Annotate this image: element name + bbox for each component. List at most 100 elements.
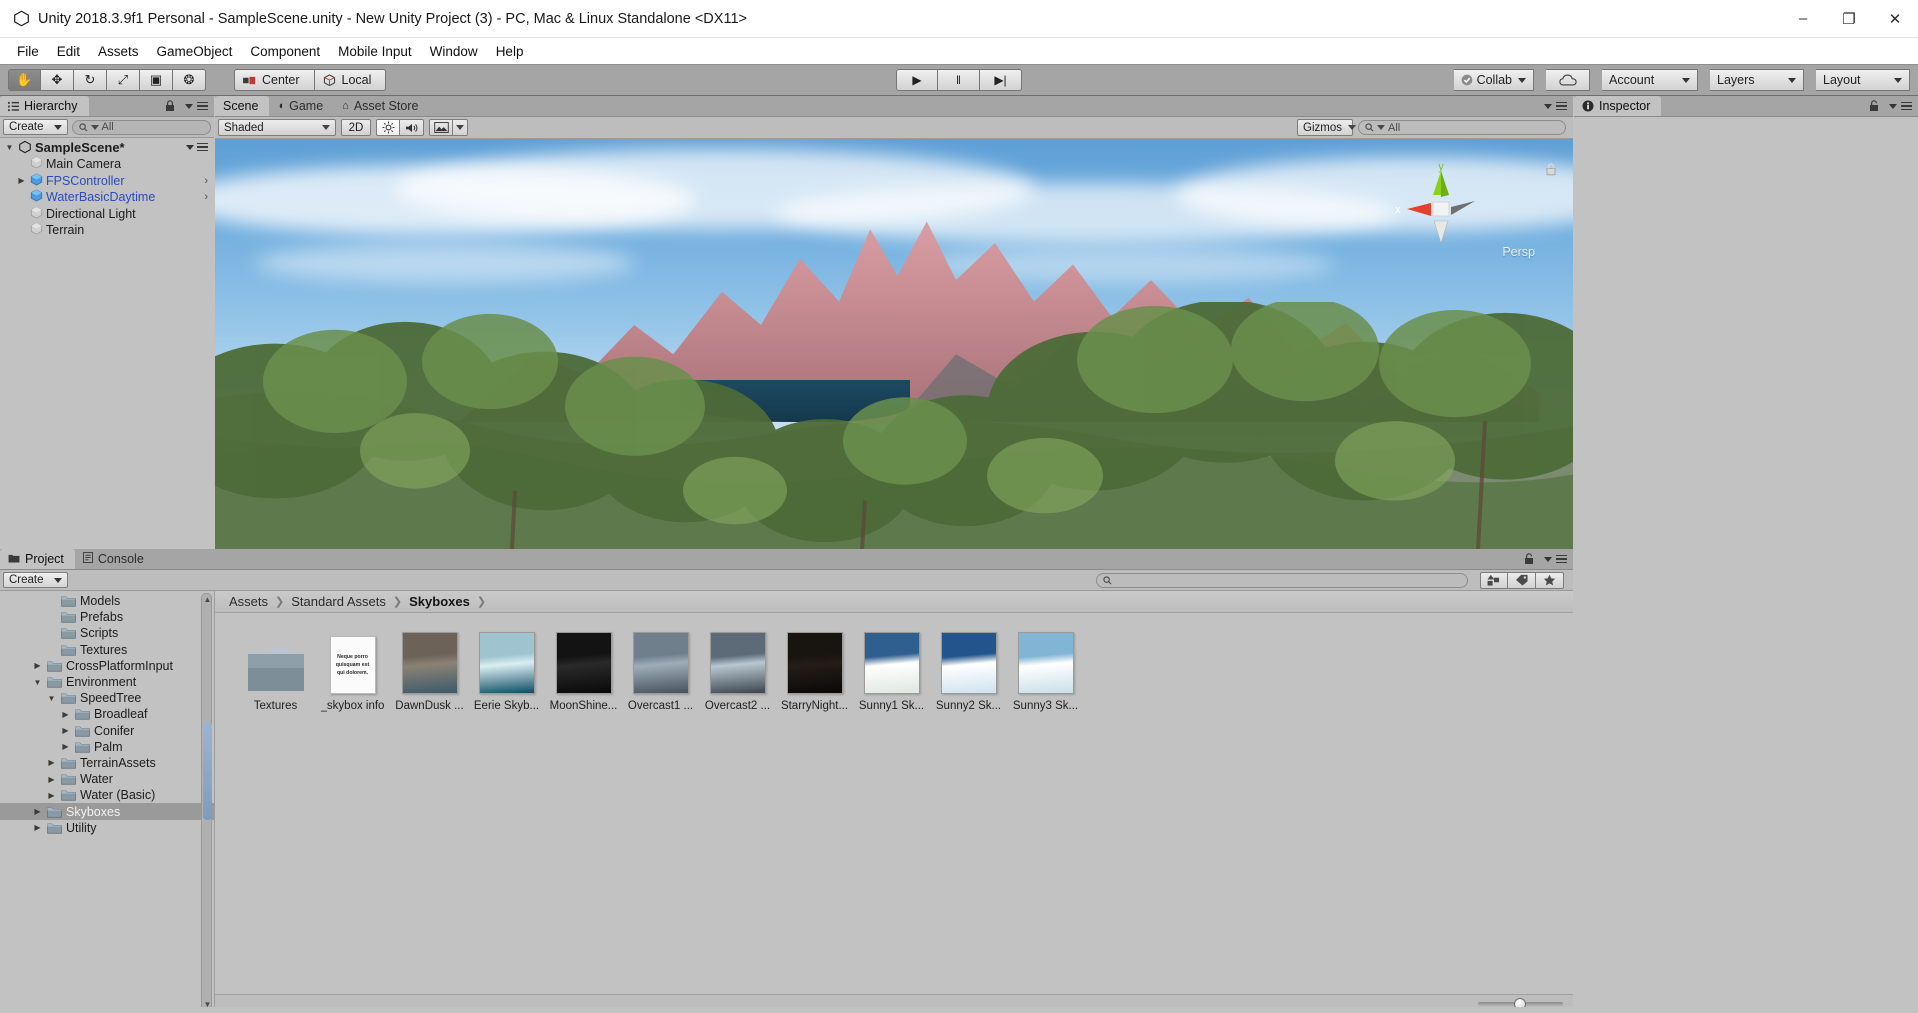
tab-console[interactable]: Console <box>75 549 155 569</box>
lock-icon[interactable] <box>1869 100 1879 112</box>
toggle-audio-button[interactable] <box>400 119 424 136</box>
toggle-fx-button[interactable] <box>429 119 453 136</box>
menu-item-help[interactable]: Help <box>487 42 533 61</box>
prefab-open-chevron-icon[interactable]: › <box>204 175 208 187</box>
project-tree-item-water[interactable]: ▶ Water <box>0 771 214 787</box>
scene-context-menu-icon[interactable] <box>197 142 208 152</box>
prefab-open-chevron-icon[interactable]: › <box>204 191 208 203</box>
close-button[interactable]: ✕ <box>1872 0 1918 37</box>
chevron-right-icon[interactable]: ▶ <box>32 807 43 816</box>
breadcrumb-item-assets[interactable]: Assets <box>229 594 268 609</box>
account-button[interactable]: Account <box>1602 69 1698 91</box>
chevron-down-icon[interactable]: ▼ <box>46 694 57 703</box>
fx-dropdown-button[interactable] <box>453 119 468 136</box>
toggle-lighting-button[interactable] <box>376 119 400 136</box>
project-tree-item-textures[interactable]: Textures <box>0 642 214 658</box>
tab-asset-store[interactable]: ⌂ Asset Store <box>334 96 429 116</box>
scene-menu-icon[interactable] <box>1556 101 1567 111</box>
hierarchy-search-input[interactable]: All <box>71 119 211 135</box>
scene-projection-label[interactable]: Persp <box>1502 245 1535 259</box>
project-tree-item-skyboxes[interactable]: ▶ Skyboxes <box>0 803 214 820</box>
tab-game[interactable]: ◖ Game <box>269 96 334 116</box>
asset-item[interactable]: StarryNight... <box>776 627 853 712</box>
label-filter-button[interactable] <box>1508 571 1536 589</box>
hierarchy-item-main-camera[interactable]: Main Camera <box>0 156 214 173</box>
layers-button[interactable]: Layers <box>1710 69 1804 91</box>
project-tree-item-terrainassets[interactable]: ▶ TerrainAssets <box>0 755 214 771</box>
tab-project[interactable]: Project <box>0 549 75 569</box>
project-tree-item-crossplatforminput[interactable]: ▶ CrossPlatformInput <box>0 658 214 674</box>
cloud-button[interactable] <box>1546 69 1590 91</box>
asset-grid[interactable]: Textures Neque porro quisquam est qui dol… <box>215 613 1573 712</box>
hierarchy-scene-row[interactable]: ▼ SampleScene* <box>0 138 214 156</box>
project-tree-item-water-basic[interactable]: ▶ Water (Basic) <box>0 787 214 803</box>
project-create-button[interactable]: Create <box>3 572 68 588</box>
chevron-right-icon[interactable]: ▶ <box>46 775 57 784</box>
asset-item[interactable]: Sunny2 Sk... <box>930 627 1007 712</box>
project-menu-icon[interactable] <box>1556 554 1567 564</box>
asset-item[interactable]: Overcast1 ... <box>622 627 699 712</box>
project-folder-tree[interactable]: Models Prefabs Scripts Textures ▶ CrossPlatfo… <box>0 591 215 1013</box>
pivot-rotation-button[interactable]: Local <box>314 69 387 91</box>
asset-item[interactable]: Sunny3 Sk... <box>1007 627 1084 712</box>
scene-gizmo-lock-icon[interactable] <box>1545 163 1557 176</box>
chevron-right-icon[interactable]: ▶ <box>16 176 27 185</box>
gizmos-dropdown[interactable]: Gizmos <box>1297 119 1356 136</box>
hierarchy-item-fpscontroller[interactable]: ▶ FPSController › <box>0 173 214 190</box>
asset-item[interactable]: Textures <box>237 627 314 712</box>
asset-item[interactable]: MoonShine... <box>545 627 622 712</box>
move-tool[interactable]: ✥ <box>41 69 74 91</box>
asset-item[interactable]: DawnDusk ... <box>391 627 468 712</box>
layout-button[interactable]: Layout <box>1816 69 1910 91</box>
maximize-button[interactable]: ❐ <box>1826 0 1872 37</box>
asset-item[interactable]: Sunny1 Sk... <box>853 627 930 712</box>
play-button[interactable]: ▶ <box>896 69 938 91</box>
chevron-right-icon[interactable]: ▶ <box>60 726 71 735</box>
chevron-right-icon[interactable]: ▶ <box>32 661 43 670</box>
hand-tool[interactable]: ✋ <box>8 69 41 91</box>
pivot-mode-button[interactable]: Center <box>234 69 315 91</box>
hierarchy-item-waterbasicdaytime[interactable]: WaterBasicDaytime › <box>0 189 214 206</box>
project-tree-item-palm[interactable]: ▶ Palm <box>0 739 214 755</box>
menu-item-edit[interactable]: Edit <box>48 42 89 61</box>
menu-item-gameobject[interactable]: GameObject <box>148 42 242 61</box>
lock-icon[interactable] <box>165 100 175 112</box>
tab-inspector[interactable]: Inspector <box>1574 96 1662 116</box>
pause-button[interactable]: ‖ <box>938 69 980 91</box>
asset-item[interactable]: Eerie Skyb... <box>468 627 545 712</box>
project-tree-item-environment[interactable]: ▼ Environment <box>0 674 214 690</box>
hierarchy-item-terrain[interactable]: Terrain <box>0 222 214 239</box>
scale-tool[interactable]: ⤢ <box>107 69 140 91</box>
project-search-input[interactable] <box>1096 572 1468 588</box>
project-tree-item-broadleaf[interactable]: ▶ Broadleaf <box>0 706 214 722</box>
project-tree-scroll-thumb[interactable] <box>203 722 212 820</box>
asset-item[interactable]: Neque porro quisquam est qui dolorem. _sk… <box>314 627 391 712</box>
scene-viewport[interactable]: y x Persp <box>215 139 1573 568</box>
tab-hierarchy[interactable]: Hierarchy <box>0 96 89 116</box>
asset-item[interactable]: Overcast2 ... <box>699 627 776 712</box>
chevron-right-icon[interactable]: ▶ <box>60 710 71 719</box>
scroll-up-arrow-icon[interactable]: ▲ <box>202 594 213 605</box>
menu-item-file[interactable]: File <box>8 42 48 61</box>
favorite-filter-button[interactable] <box>1536 571 1564 589</box>
rect-tool[interactable]: ▣ <box>140 69 173 91</box>
lock-icon[interactable] <box>1524 553 1534 565</box>
project-tree-item-speedtree[interactable]: ▼ SpeedTree <box>0 690 214 706</box>
menu-item-component[interactable]: Component <box>241 42 329 61</box>
project-tree-item-prefabs[interactable]: Prefabs <box>0 609 214 625</box>
chevron-down-icon[interactable]: ▼ <box>4 143 15 152</box>
step-button[interactable]: ▶| <box>980 69 1022 91</box>
chevron-right-icon[interactable]: ▶ <box>46 791 57 800</box>
scene-search-input[interactable]: All <box>1358 120 1566 135</box>
transform-tool[interactable]: ❂ <box>173 69 206 91</box>
menu-item-assets[interactable]: Assets <box>89 42 148 61</box>
hierarchy-tree[interactable]: ▼ SampleScene* Main Camera ▶ FPSController… <box>0 138 214 548</box>
scene-view-gizmo[interactable]: y x <box>1391 161 1491 257</box>
project-tree-item-models[interactable]: Models <box>0 593 214 609</box>
chevron-right-icon[interactable]: ▶ <box>60 742 71 751</box>
collab-button[interactable]: Collab <box>1453 69 1534 91</box>
chevron-right-icon[interactable]: ▶ <box>32 823 43 832</box>
chevron-down-icon[interactable]: ▼ <box>32 678 43 687</box>
object-filter-button[interactable] <box>1480 571 1508 589</box>
project-tree-item-conifer[interactable]: ▶ Conifer <box>0 723 214 739</box>
